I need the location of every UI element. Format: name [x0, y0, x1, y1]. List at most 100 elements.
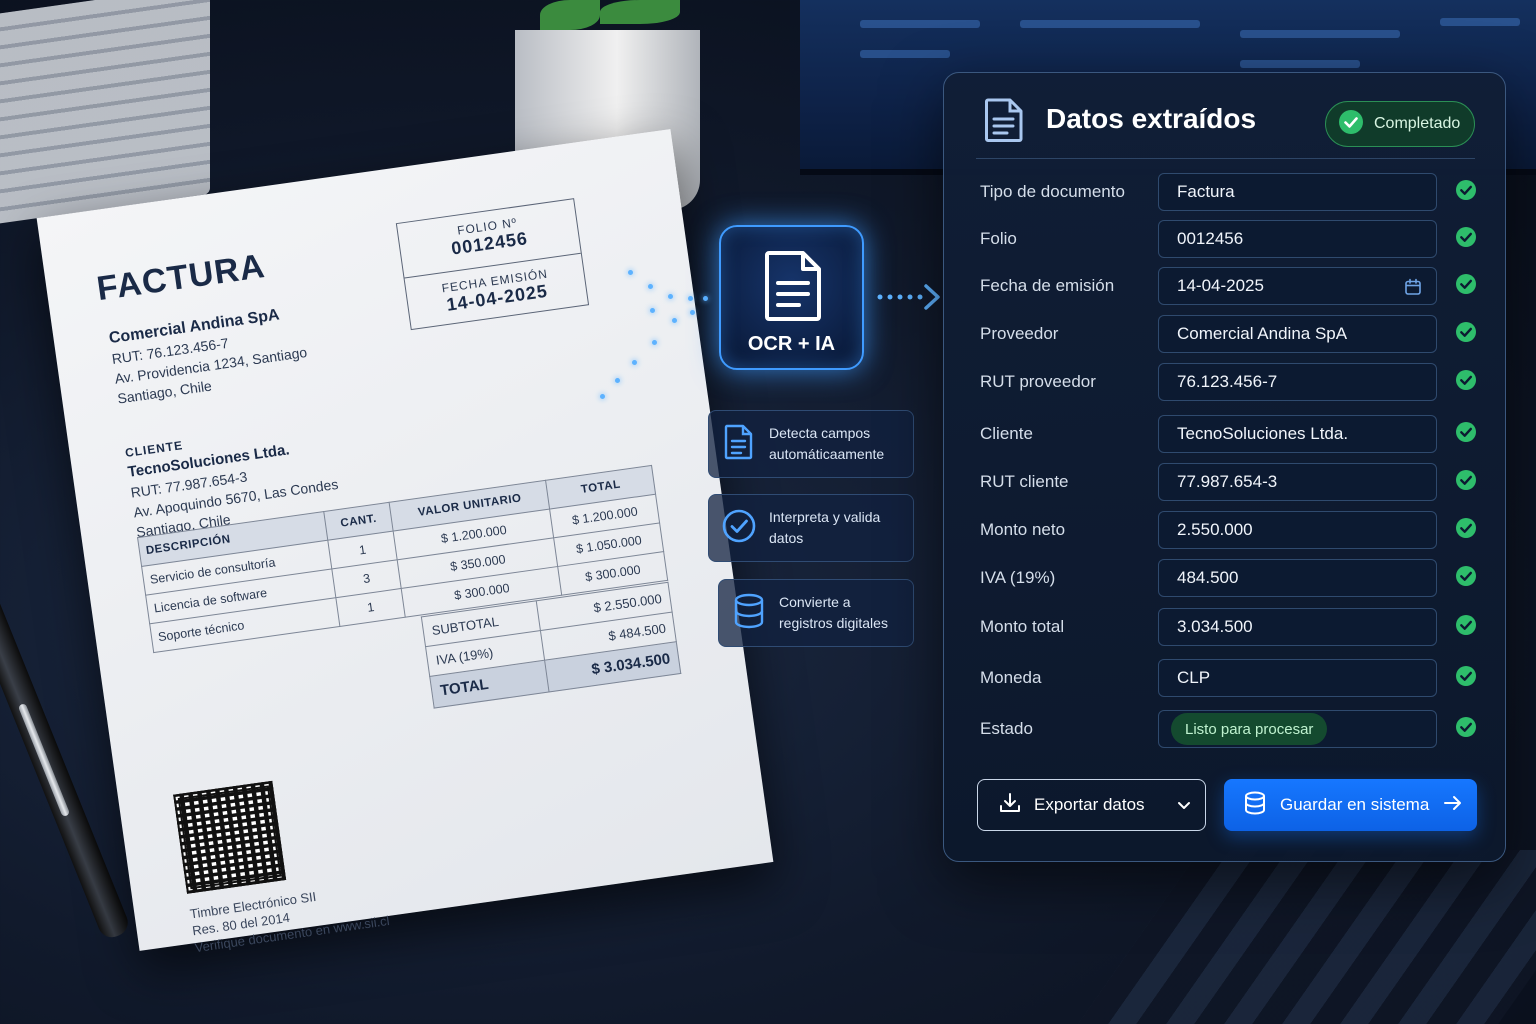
- export-label: Exportar datos: [1034, 795, 1145, 814]
- flow-dot: [648, 284, 653, 289]
- invoice-issuer: Comercial Andina SpA RUT: 76.123.456-7 A…: [108, 302, 311, 408]
- save-to-system-button[interactable]: Guardar en sistema: [1224, 779, 1477, 831]
- field-label: Moneda: [980, 668, 1042, 687]
- flow-dot: [652, 340, 657, 345]
- feature-detect-fields: Detecta campos automáticaamente: [708, 410, 914, 478]
- feature-text: automáticaamente: [769, 446, 885, 462]
- field-row: Monto total 3.034.500: [980, 608, 1477, 646]
- feature-text: Convierte a: [779, 594, 851, 610]
- field-row: RUT cliente 77.987.654-3: [980, 463, 1477, 501]
- flow-dot: [668, 294, 673, 299]
- save-label: Guardar en sistema: [1280, 795, 1430, 814]
- field-label: Monto neto: [980, 520, 1066, 539]
- field-value-input[interactable]: 76.123.456-7: [1158, 363, 1437, 401]
- divider: [976, 158, 1475, 159]
- field-value: CLP: [1177, 668, 1211, 687]
- flow-dot: [690, 310, 695, 315]
- field-value-input[interactable]: Factura: [1158, 173, 1437, 211]
- check-circle-icon: [1455, 665, 1477, 692]
- flow-dot: [650, 308, 655, 313]
- check-circle-icon: [1455, 614, 1477, 641]
- field-value: 14-04-2025: [1177, 276, 1264, 295]
- check-circle-icon: [1455, 565, 1477, 592]
- panel-title: Datos extraídos: [1046, 103, 1257, 134]
- field-label: Folio: [980, 229, 1017, 248]
- document-icon: [984, 97, 1024, 148]
- field-label: Tipo de documento: [980, 182, 1125, 201]
- check-circle-icon: [1338, 109, 1364, 140]
- field-value: TecnoSoluciones Ltda.: [1177, 424, 1349, 443]
- field-value: 77.987.654-3: [1177, 472, 1278, 491]
- check-circle-icon: [1455, 369, 1477, 396]
- field-row: Cliente TecnoSoluciones Ltda.: [980, 415, 1477, 453]
- field-value-input[interactable]: 484.500: [1158, 559, 1437, 597]
- check-circle-icon: [1455, 517, 1477, 544]
- database-icon: [733, 593, 765, 633]
- field-value-input[interactable]: 2.550.000: [1158, 511, 1437, 549]
- feature-validate: Interpreta y valida datos: [708, 494, 914, 562]
- field-row: Estado Listo para procesar: [980, 710, 1477, 748]
- field-label: RUT proveedor: [980, 372, 1096, 391]
- field-row: Monto neto 2.550.000: [980, 511, 1477, 549]
- document-icon: [724, 424, 754, 464]
- check-circle-icon: [1455, 421, 1477, 448]
- field-value-input[interactable]: 3.034.500: [1158, 608, 1437, 646]
- ocr-ai-box: OCR + IA: [719, 225, 864, 370]
- sii-stamp: Timbre Electrónico SII Res. 80 del 2014 …: [189, 878, 391, 956]
- document-icon: [763, 249, 825, 327]
- status-badge: Completado: [1325, 101, 1475, 147]
- field-row: Proveedor Comercial Andina SpA: [980, 315, 1477, 353]
- field-value: 2.550.000: [1177, 520, 1253, 539]
- field-value-input[interactable]: TecnoSoluciones Ltda.: [1158, 415, 1437, 453]
- status-pill: Listo para procesar: [1171, 713, 1328, 745]
- background-plant-leaf: [600, 0, 680, 24]
- panel-header: Datos extraídos Completado: [976, 95, 1475, 161]
- background-folders: [0, 0, 210, 227]
- download-icon: [998, 791, 1022, 820]
- flow-dot: [703, 296, 708, 301]
- feature-text: Interpreta y valida: [769, 509, 881, 525]
- field-row: IVA (19%) 484.500: [980, 559, 1477, 597]
- feature-text: Detecta campos: [769, 425, 871, 441]
- field-row: Fecha de emisión 14-04-2025: [980, 267, 1477, 305]
- check-circle-icon: [1455, 273, 1477, 300]
- field-value: 3.034.500: [1177, 617, 1253, 636]
- qr-code: [173, 780, 287, 894]
- feature-convert: Convierte a registros digitales: [718, 579, 914, 647]
- invoice-paper: FACTURA Comercial Andina SpA RUT: 76.123…: [36, 129, 774, 955]
- flow-dot: [672, 318, 677, 323]
- field-value-input[interactable]: 0012456: [1158, 220, 1437, 258]
- field-label: Proveedor: [980, 324, 1059, 343]
- field-row: Moneda CLP: [980, 659, 1477, 697]
- calendar-icon[interactable]: [1404, 278, 1422, 301]
- field-row: Folio 0012456: [980, 220, 1477, 258]
- feature-text: datos: [769, 530, 804, 546]
- badge-label: Completado: [1374, 115, 1461, 132]
- field-value: Factura: [1177, 182, 1235, 201]
- export-data-button[interactable]: Exportar datos: [977, 779, 1206, 831]
- folio-box: FOLIO Nº 0012456 FECHA EMISIÓN 14-04-202…: [395, 198, 590, 331]
- field-value: 0012456: [1177, 229, 1244, 248]
- check-circle-icon: [1455, 716, 1477, 743]
- field-value-input[interactable]: Comercial Andina SpA: [1158, 315, 1437, 353]
- field-value-input[interactable]: Listo para procesar: [1158, 710, 1437, 748]
- background-plant-leaf: [540, 0, 600, 30]
- field-row: Tipo de documento Factura: [980, 173, 1477, 211]
- field-value-input[interactable]: CLP: [1158, 659, 1437, 697]
- arrow-right-icon: [877, 284, 940, 310]
- background-keyboard: [1059, 850, 1536, 1024]
- arrow-right-icon: [1443, 795, 1463, 816]
- field-value: 76.123.456-7: [1177, 372, 1278, 391]
- flow-dot: [688, 296, 693, 301]
- field-label: Estado: [980, 719, 1033, 738]
- extracted-data-panel: Datos extraídos Completado Tipo de docum…: [943, 72, 1506, 862]
- check-circle-icon: [1455, 179, 1477, 206]
- field-value-input[interactable]: 77.987.654-3: [1158, 463, 1437, 501]
- field-row: RUT proveedor 76.123.456-7: [980, 363, 1477, 401]
- flow-dot: [615, 378, 620, 383]
- check-circle-icon: [1455, 226, 1477, 253]
- field-label: IVA (19%): [980, 568, 1056, 587]
- field-label: Cliente: [980, 424, 1033, 443]
- field-label: Fecha de emisión: [980, 276, 1115, 295]
- field-value-input[interactable]: 14-04-2025: [1158, 267, 1437, 305]
